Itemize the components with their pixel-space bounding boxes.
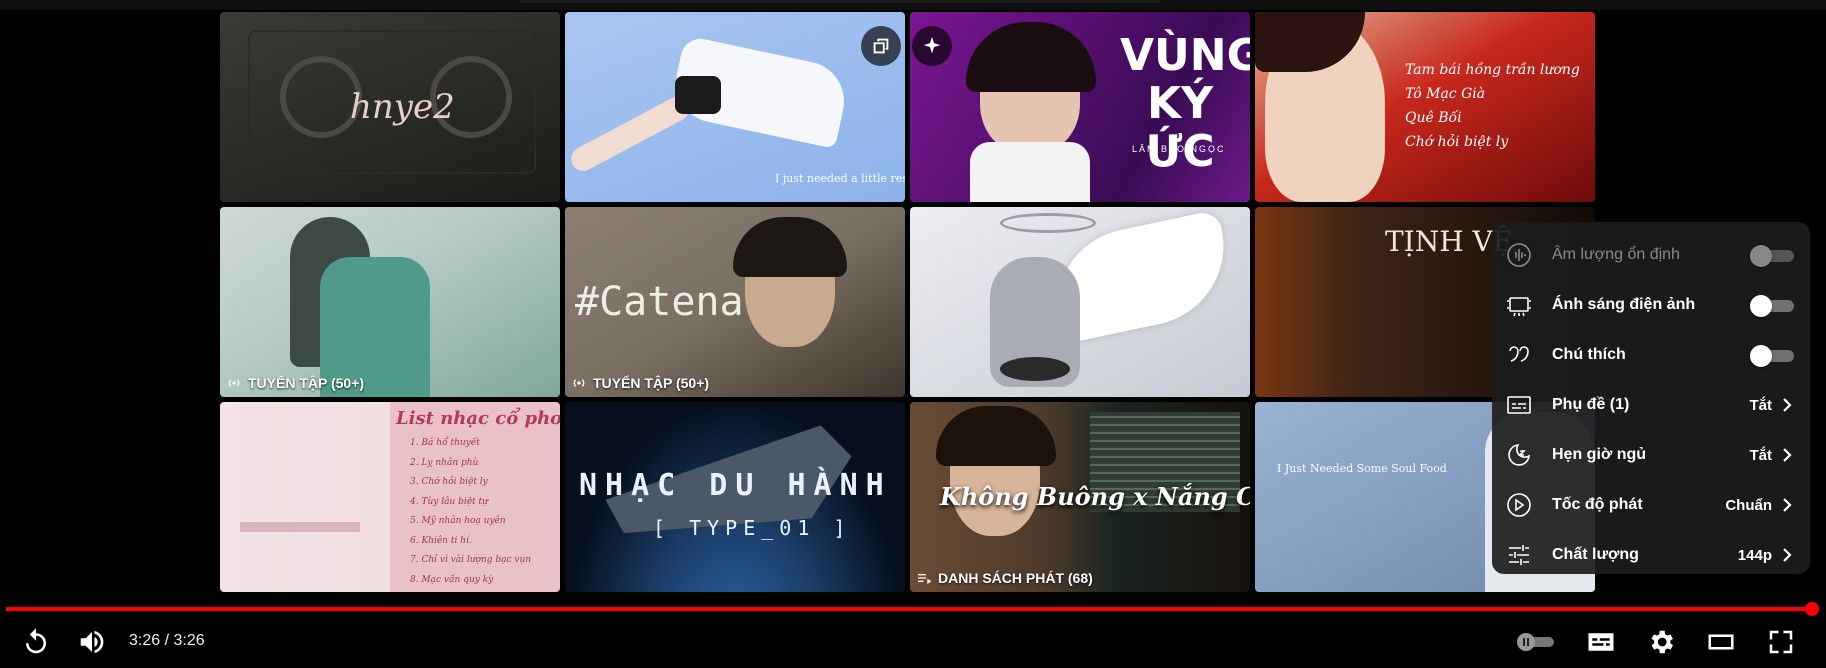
theater-mode-icon [1708, 634, 1734, 650]
top-edge [0, 0, 1826, 10]
replay-button[interactable] [16, 622, 56, 662]
track-item: 7. Chỉ vì vài lượng bạc vụn [410, 555, 532, 565]
menu-item-label: Chất lượng [1552, 546, 1639, 563]
settings-button[interactable] [1641, 622, 1681, 662]
menu-item-label: Chú thích [1552, 346, 1626, 363]
progress-bar[interactable] [6, 602, 1819, 616]
menu-item-stable-volume[interactable]: Âm lượng ổn định [1492, 230, 1810, 280]
tile-caption: I just needed a little reset. [775, 172, 905, 185]
open-external-icon [873, 38, 889, 54]
replay-icon [26, 628, 46, 654]
badge-label: TUYỂN TẬP (50+) [593, 375, 710, 391]
chevron-right-icon [1778, 496, 1796, 514]
video-tile[interactable]: List nhạc cổ phong 1. Bá hổ thuyết 2. Lỵ… [220, 402, 560, 592]
menu-item-value: 144p [1737, 546, 1772, 564]
tile-caption: List nhạc cổ phong [396, 408, 560, 429]
badge-label: TUYỂN TẬP (50+) [248, 375, 365, 391]
end-screen-grid: hnye2 I just needed a little reset. VÙNG… [220, 12, 1597, 594]
annotations-icon [1506, 342, 1532, 368]
menu-item-sleep-timer[interactable]: Hẹn giờ ngủ Tắt [1492, 430, 1810, 480]
badge-label: DANH SÁCH PHÁT (68) [938, 570, 1093, 586]
menu-item-ambient-mode[interactable]: Ánh sáng điện ảnh [1492, 280, 1810, 330]
menu-item-value: Tắt [1749, 396, 1773, 414]
settings-menu: Âm lượng ổn định Ánh sáng điện ảnh Chú t… [1492, 222, 1810, 574]
tile-caption: VÙNG KÝ ỨC [1120, 30, 1250, 177]
playlist-tile[interactable]: #Catena TUYỂN TẬP (50+) [565, 207, 905, 397]
player-controls: 3:26 / 3:26 [0, 616, 1826, 668]
track-item: 6. Khiên ti hí. [410, 535, 472, 546]
tile-caption: #Catena [575, 279, 744, 325]
menu-item-subtitles[interactable]: Phụ đề (1) Tắt [1492, 380, 1810, 430]
fullscreen-button[interactable] [1761, 622, 1801, 662]
track-item: 8. Mạc vấn quy kỳ [410, 574, 494, 585]
stable-volume-icon [1506, 242, 1532, 268]
progress-played [6, 607, 1812, 611]
menu-item-annotations[interactable]: Chú thích [1492, 330, 1810, 380]
tile-caption: NHẠC DU HÀNH [579, 468, 892, 503]
video-tile[interactable]: VÙNG KÝ ỨC LÂM BẢO NGỌC [910, 12, 1250, 202]
tile-subcaption: [ TYPE_01 ] [653, 516, 852, 540]
track-item: 3. Chớ hỏi biệt ly [410, 477, 488, 487]
menu-item-label: Phụ đề (1) [1552, 396, 1630, 413]
stable-volume-toggle[interactable] [1750, 245, 1796, 267]
subtitles-button[interactable] [1581, 622, 1621, 662]
playlist-badge: DANH SÁCH PHÁT (68) [916, 570, 1093, 586]
menu-item-quality[interactable]: Chất lượng 144p [1492, 530, 1810, 580]
open-external-button[interactable] [861, 26, 901, 66]
playlist-icon [918, 574, 932, 584]
tile-caption: Tam bái hồng trần lương Tô Mạc Già Quê B… [1405, 62, 1580, 150]
ambient-mode-icon [1506, 292, 1532, 318]
menu-item-value: Tắt [1749, 446, 1773, 464]
playback-speed-icon [1506, 492, 1532, 518]
radio-mix-icon [573, 379, 585, 387]
tile-caption: hnye2 [350, 87, 455, 127]
chevron-right-icon [1778, 446, 1796, 464]
chevron-right-icon [1778, 546, 1796, 564]
scrubber-handle[interactable] [1805, 602, 1819, 616]
video-tile[interactable]: NHẠC DU HÀNH [ TYPE_01 ] [565, 402, 905, 592]
quality-icon [1506, 542, 1532, 568]
gear-icon [1651, 630, 1673, 654]
radio-mix-icon [228, 379, 240, 387]
mute-button[interactable] [72, 622, 112, 662]
sparkle-icon [923, 36, 941, 54]
fullscreen-icon [1769, 630, 1793, 654]
video-tile[interactable] [910, 207, 1250, 397]
subtitles-icon [1506, 392, 1532, 418]
track-item: 5. Mỹ nhân hoạ uyên [410, 516, 506, 526]
autoplay-toggle-icon [1517, 633, 1554, 651]
volume-icon [80, 631, 104, 653]
ai-sparkle-button[interactable] [912, 26, 952, 66]
ambient-mode-toggle[interactable] [1750, 295, 1796, 317]
track-item: 4. Tùy lâu biệt tự [410, 496, 488, 507]
playlist-tile[interactable]: TUYỂN TẬP (50+) [220, 207, 560, 397]
chevron-right-icon [1778, 396, 1796, 414]
tile-caption: I Just Needed Some Soul Food [1277, 462, 1447, 475]
time-display: 3:26 / 3:26 [129, 632, 205, 649]
playlist-tile[interactable]: Không Buông x Nắng Có Về DANH SÁCH PHÁT … [910, 402, 1250, 592]
track-item: 2. Lỵ nhân phù [410, 457, 479, 468]
playlist-badge: TUYỂN TẬP (50+) [226, 375, 364, 391]
playlist-badge: TUYỂN TẬP (50+) [571, 375, 709, 391]
tile-tracklist: 1. Bá hổ thuyết 2. Lỵ nhân phù 3. Chớ hỏ… [410, 434, 531, 590]
subtitles-cc-icon [1588, 633, 1614, 651]
sleep-timer-icon [1506, 442, 1532, 468]
menu-item-label: Hẹn giờ ngủ [1552, 446, 1647, 463]
video-tile[interactable]: hnye2 [220, 12, 560, 202]
theater-mode-button[interactable] [1701, 622, 1741, 662]
track-item: 1. Bá hổ thuyết [410, 438, 480, 448]
menu-item-label: Âm lượng ổn định [1552, 246, 1680, 263]
tile-subcaption: LÂM BẢO NGỌC [1132, 144, 1226, 154]
video-tile[interactable]: Tam bái hồng trần lương Tô Mạc Già Quê B… [1255, 12, 1595, 202]
menu-item-playback-speed[interactable]: Tốc độ phát Chuẩn [1492, 480, 1810, 530]
menu-item-label: Tốc độ phát [1552, 496, 1643, 513]
annotations-toggle[interactable] [1750, 345, 1796, 367]
menu-item-value: Chuẩn [1725, 496, 1772, 514]
video-tile[interactable]: I just needed a little reset. [565, 12, 905, 202]
autoplay-toggle[interactable] [1514, 622, 1558, 662]
tile-caption: Không Buông x Nắng Có Về [940, 482, 1250, 511]
menu-item-label: Ánh sáng điện ảnh [1552, 296, 1696, 313]
